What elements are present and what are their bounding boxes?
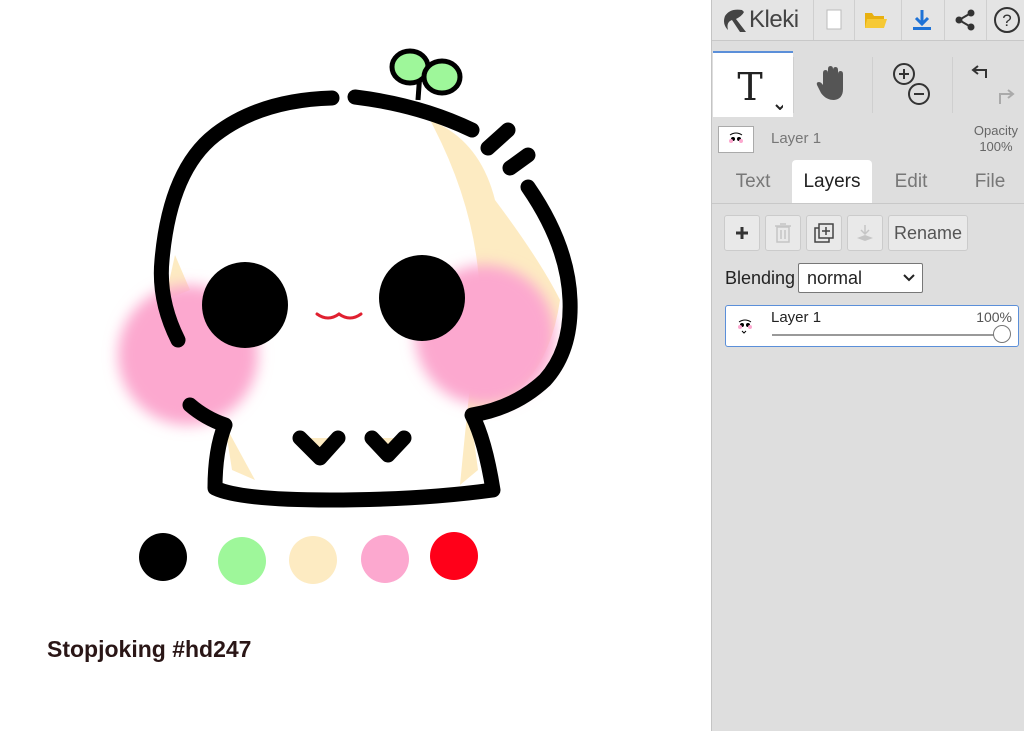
save-button[interactable] bbox=[901, 0, 942, 40]
top-bar: Kleki ? bbox=[712, 0, 1024, 41]
panel-tabs: Text Layers Edit File bbox=[712, 160, 1024, 204]
eye-left bbox=[202, 262, 288, 348]
layer-thumbnail[interactable] bbox=[718, 126, 754, 153]
hand-icon bbox=[816, 66, 843, 100]
hand-tool-button[interactable] bbox=[793, 51, 873, 115]
head-outline-top bbox=[347, 89, 480, 138]
palette-swatch-beige bbox=[289, 536, 337, 584]
tick-2 bbox=[502, 147, 536, 176]
layer-item-name: Layer 1 bbox=[771, 309, 822, 326]
kleki-logo[interactable]: Kleki bbox=[720, 4, 799, 36]
blending-value: normal bbox=[807, 267, 863, 288]
zoom-icon bbox=[893, 63, 930, 105]
current-layer-name: Layer 1 bbox=[771, 130, 822, 147]
opacity-readout[interactable]: Opacity 100% bbox=[974, 123, 1018, 155]
help-button[interactable]: ? bbox=[986, 0, 1024, 40]
share-icon bbox=[955, 9, 975, 31]
text-tool-icon: T bbox=[737, 65, 783, 110]
chevron-down-icon bbox=[903, 274, 915, 282]
svg-text:T: T bbox=[737, 65, 762, 109]
side-panel: Kleki ? T Layer 1 Opacity 100% Text Laye… bbox=[711, 0, 1024, 731]
text-tool-button[interactable]: T bbox=[713, 51, 793, 117]
tab-text[interactable]: Text bbox=[713, 160, 793, 203]
blending-label: Blending bbox=[725, 268, 796, 288]
palette-swatch-black bbox=[139, 533, 187, 581]
plus-icon bbox=[736, 227, 748, 239]
sprout-leaf-right bbox=[421, 58, 463, 96]
undo-icon bbox=[971, 65, 1015, 104]
new-file-icon bbox=[826, 9, 842, 30]
add-layer-button[interactable] bbox=[724, 215, 760, 251]
merge-down-icon bbox=[857, 225, 873, 241]
share-button[interactable] bbox=[944, 0, 985, 40]
tab-layers[interactable]: Layers bbox=[792, 160, 872, 203]
new-image-button[interactable] bbox=[813, 0, 854, 40]
palette-swatch-red bbox=[430, 532, 478, 580]
trash-icon bbox=[775, 223, 791, 243]
layer-thumbnail-image bbox=[729, 132, 743, 143]
zoom-button[interactable] bbox=[872, 51, 952, 115]
help-icon: ? bbox=[994, 7, 1020, 33]
kleki-logo-icon bbox=[724, 9, 746, 32]
opacity-value: 100% bbox=[979, 139, 1013, 154]
tool-row: T bbox=[712, 51, 1024, 123]
svg-text:?: ? bbox=[1002, 11, 1011, 30]
palette-swatch-green bbox=[218, 537, 266, 585]
eye-right bbox=[379, 255, 465, 341]
mouth bbox=[315, 312, 363, 320]
open-folder-icon bbox=[865, 13, 887, 28]
layer-item-opacity: 100% bbox=[976, 309, 1012, 325]
layer-list-item[interactable]: Layer 1 100% bbox=[725, 305, 1019, 347]
layer-item-thumbnail bbox=[738, 319, 752, 334]
layer-opacity-slider-track[interactable] bbox=[772, 334, 1004, 336]
palette-swatch-pink bbox=[361, 535, 409, 583]
undo-redo-buttons[interactable] bbox=[952, 51, 1024, 115]
blending-select[interactable]: normal bbox=[798, 263, 923, 293]
app-name: Kleki bbox=[749, 6, 799, 33]
drawing-canvas[interactable]: Stopjoking #hd247 bbox=[0, 0, 711, 731]
drawing-artwork bbox=[118, 48, 578, 585]
canvas-caption: Stopjoking #hd247 bbox=[47, 636, 252, 662]
layer-opacity-slider-handle[interactable] bbox=[993, 325, 1011, 343]
current-layer-info: Layer 1 Opacity 100% bbox=[712, 122, 1024, 156]
tab-file[interactable]: File bbox=[950, 160, 1024, 203]
delete-layer-button[interactable] bbox=[765, 215, 801, 251]
opacity-label: Opacity bbox=[973, 123, 1018, 138]
rename-layer-button[interactable]: Rename bbox=[888, 215, 968, 251]
tab-edit[interactable]: Edit bbox=[871, 160, 951, 203]
download-icon bbox=[913, 10, 931, 30]
tick-1 bbox=[480, 122, 516, 156]
duplicate-layer-button[interactable] bbox=[806, 215, 842, 251]
merge-layer-button[interactable] bbox=[847, 215, 883, 251]
duplicate-icon bbox=[814, 223, 834, 243]
open-file-button[interactable] bbox=[854, 0, 895, 40]
